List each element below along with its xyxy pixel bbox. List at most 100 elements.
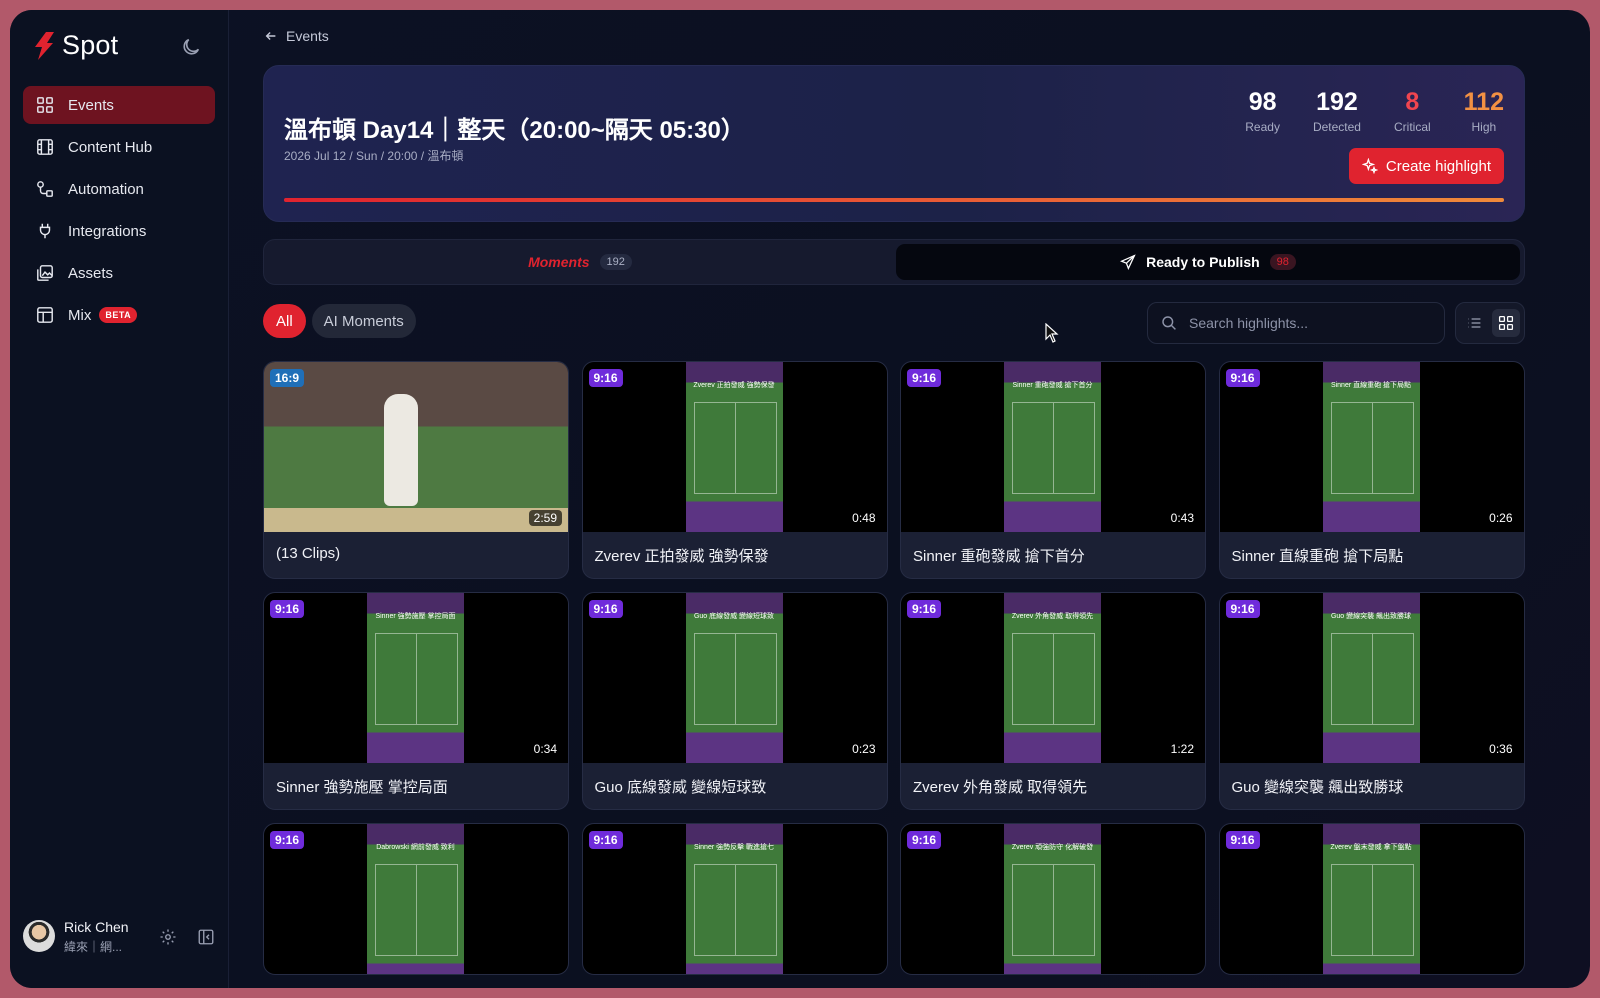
clip-card[interactable]: Zverev 正拍發威 強勢保發 9:16 0:48 Zverev 正拍發威 強勢保發	[581, 361, 888, 579]
tennis-court	[1012, 402, 1095, 494]
clip-card[interactable]: Zverev 外角發威 取得領先 9:16 1:22 Zverev 外角發威 取得領先	[900, 592, 1206, 810]
video-caption: Sinner 強勢施壓 掌控局面	[375, 613, 456, 620]
video-caption: Zverev 外角發威 取得領先	[1011, 613, 1094, 620]
clip-thumbnail[interactable]: Guo 變線突襲 飆出致勝球 9:16 0:36	[1219, 593, 1524, 763]
back-to-events-link[interactable]: Events	[264, 28, 329, 44]
aspect-ratio-badge: 9:16	[907, 600, 942, 618]
duration-badge: 0:43	[1165, 510, 1199, 526]
clip-card[interactable]: Sinner 重砲發威 搶下首分 9:16 0:43 Sinner 重砲發威 搶下首分	[900, 361, 1206, 579]
clip-thumbnail[interactable]: 16:9 2:59	[264, 362, 568, 532]
duration-badge: 0:48	[847, 510, 881, 526]
mouse-cursor-icon	[1045, 323, 1059, 343]
user-profile[interactable]: Rick Chen 緯來｜網...	[23, 916, 223, 960]
clip-thumbnail[interactable]: Sinner 直線重砲 搶下局點 9:16 0:26	[1219, 362, 1524, 532]
tennis-court	[1330, 633, 1414, 725]
aspect-ratio-badge: 9:16	[1225, 369, 1260, 387]
clip-card[interactable]: Zverev 頑強防守 化解破發 9:16	[900, 823, 1206, 975]
clip-thumbnail[interactable]: Zverev 外角發威 取得領先 9:16 1:22	[901, 593, 1205, 763]
aspect-ratio-badge: 9:16	[1225, 831, 1260, 849]
stat-value: 112	[1463, 88, 1504, 116]
clip-title: Sinner 重砲發威 搶下首分	[913, 548, 1085, 565]
collapse-sidebar-icon[interactable]	[197, 928, 215, 946]
clip-thumbnail[interactable]: Sinner 強勢施壓 掌控局面 9:16 0:34	[264, 593, 568, 763]
app-logo[interactable]: Spot	[32, 30, 118, 61]
back-label: Events	[286, 28, 329, 44]
event-progress-bar	[284, 198, 1504, 202]
portrait-video-frame: Zverev 外角發威 取得領先	[1004, 593, 1101, 763]
sidebar-item-label: Automation	[68, 180, 144, 198]
clip-thumbnail[interactable]: Dabrowski 網前發威 致利 9:16	[264, 824, 568, 974]
portrait-video-frame: Sinner 重砲發威 搶下首分	[1004, 362, 1101, 532]
stat-label: High	[1471, 120, 1497, 134]
clip-card[interactable]: Guo 變線突襲 飆出致勝球 9:16 0:36 Guo 變線突襲 飆出致勝球	[1218, 592, 1525, 810]
sidebar: Spot Events Content Hub Automation Integ…	[10, 10, 229, 988]
clip-thumbnail[interactable]: Sinner 強勢反擊 戰進搶七 9:16	[582, 824, 887, 974]
tennis-court	[693, 402, 777, 494]
clip-card[interactable]: Dabrowski 網前發威 致利 9:16	[263, 823, 569, 975]
clip-thumbnail[interactable]: Guo 底線發威 變線短球致 9:16 0:23	[582, 593, 887, 763]
arrow-left-icon	[265, 32, 276, 40]
clip-card[interactable]: Sinner 強勢反擊 戰進搶七 9:16	[581, 823, 888, 975]
sidebar-item-events[interactable]: Events	[23, 86, 215, 124]
list-icon	[1468, 318, 1481, 328]
portrait-video-frame: Dabrowski 網前發威 致利	[367, 824, 464, 974]
create-highlight-button[interactable]: Create highlight	[1348, 148, 1504, 184]
film-icon	[37, 139, 53, 155]
user-name: Rick Chen	[64, 919, 129, 935]
tennis-court	[375, 633, 458, 725]
aspect-ratio-badge: 16:9	[270, 369, 305, 387]
portrait-video-frame: Sinner 直線重砲 搶下局點	[1322, 362, 1420, 532]
tab-moments[interactable]: Moments 192	[268, 244, 892, 280]
video-caption: Guo 變線突襲 飆出致勝球	[1330, 613, 1412, 620]
gear-icon[interactable]	[159, 928, 177, 946]
clip-title: Guo 底線發威 變線短球致	[594, 779, 767, 796]
event-meta: 2026 Jul 12 / Sun / 20:00 / 溫布頓	[284, 149, 464, 163]
clip-card[interactable]: 16:9 2:59 (13 Clips)	[263, 361, 569, 579]
event-summary-card: 溫布頓 Day14｜整天（20:00~隔天 05:30） 2026 Jul 12…	[263, 65, 1525, 222]
tennis-court	[693, 633, 777, 725]
sparkle-icon	[1361, 158, 1378, 174]
clip-card[interactable]: Sinner 直線重砲 搶下局點 9:16 0:26 Sinner 直線重砲 搶下局點	[1218, 361, 1525, 579]
list-view-button[interactable]	[1460, 309, 1488, 337]
sidebar-item-label: Content Hub	[68, 138, 153, 156]
clip-title: Sinner 直線重砲 搶下局點	[1231, 548, 1404, 565]
clip-card[interactable]: Zverev 盤末發威 拿下盤點 9:16	[1218, 823, 1525, 975]
search-input[interactable]	[1187, 314, 1441, 332]
sidebar-item-assets[interactable]: Assets	[23, 254, 215, 292]
search-icon	[1162, 316, 1176, 330]
send-icon	[1120, 254, 1136, 270]
grid-view-button[interactable]	[1492, 309, 1520, 337]
aspect-ratio-badge: 9:16	[588, 600, 623, 618]
clip-title: (13 Clips)	[276, 545, 341, 562]
sidebar-item-label: Mix	[68, 306, 92, 324]
sidebar-nav: Events Content Hub Automation Integratio…	[23, 86, 215, 338]
view-toggle	[1455, 302, 1525, 344]
filter-all[interactable]: All	[263, 304, 306, 338]
sidebar-item-automation[interactable]: Automation	[23, 170, 215, 208]
stat-value: 192	[1316, 88, 1358, 116]
clip-thumbnail[interactable]: Zverev 正拍發威 強勢保發 9:16 0:48	[582, 362, 887, 532]
duration-badge: 2:59	[528, 510, 562, 526]
sidebar-item-content-hub[interactable]: Content Hub	[23, 128, 215, 166]
clip-thumbnail[interactable]: Sinner 重砲發威 搶下首分 9:16 0:43	[901, 362, 1205, 532]
sidebar-item-mix[interactable]: Mix BETA	[23, 296, 215, 334]
moon-icon[interactable]	[180, 36, 202, 58]
avatar[interactable]	[23, 920, 55, 952]
clip-thumbnail[interactable]: Zverev 頑強防守 化解破發 9:16	[901, 824, 1205, 974]
aspect-ratio-badge: 9:16	[588, 369, 623, 387]
stat-high: 112 High	[1464, 88, 1504, 134]
portrait-video-frame: Zverev 正拍發威 強勢保發	[685, 362, 783, 532]
clip-card[interactable]: Sinner 強勢施壓 掌控局面 9:16 0:34 Sinner 強勢施壓 掌控局面	[263, 592, 569, 810]
clip-card[interactable]: Guo 底線發威 變線短球致 9:16 0:23 Guo 底線發威 變線短球致	[581, 592, 888, 810]
clip-thumbnail[interactable]: Zverev 盤末發威 拿下盤點 9:16	[1219, 824, 1524, 974]
video-caption: Sinner 重砲發威 搶下首分	[1012, 382, 1093, 389]
aspect-ratio-badge: 9:16	[907, 369, 942, 387]
tab-ready-to-publish[interactable]: Ready to Publish 98	[896, 244, 1520, 280]
duration-badge: 0:34	[528, 741, 562, 757]
tennis-court	[1330, 402, 1414, 494]
sidebar-item-integrations[interactable]: Integrations	[23, 212, 215, 250]
filter-ai-moments[interactable]: AI Moments	[311, 304, 416, 338]
stat-label: Detected	[1312, 120, 1361, 134]
tennis-court	[1012, 864, 1095, 956]
spot-logo-icon	[35, 31, 54, 60]
